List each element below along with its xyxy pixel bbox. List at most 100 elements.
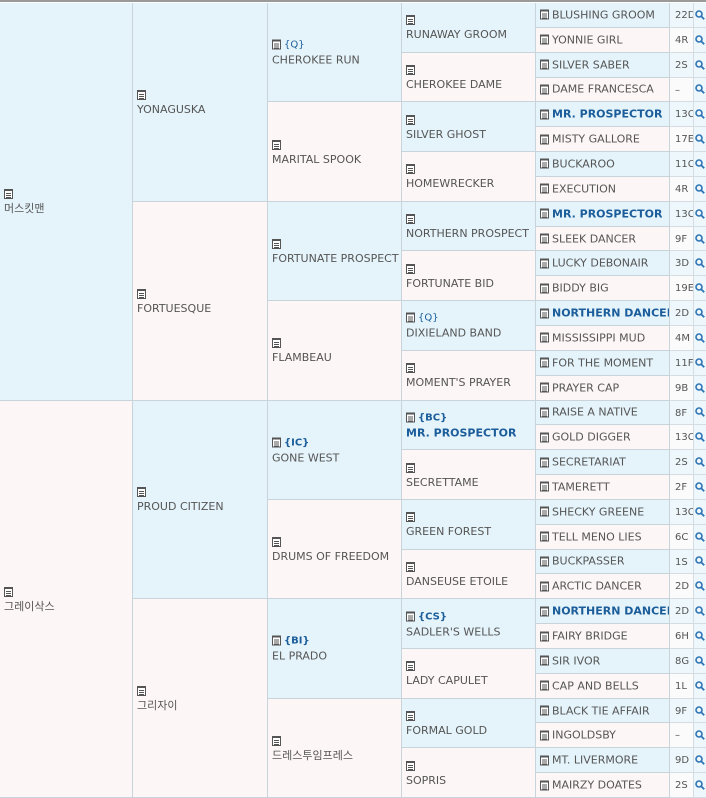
ancestor-cell-gen3[interactable]: {IC} GONE WEST — [268, 400, 402, 500]
clipboard-icon[interactable] — [540, 531, 549, 542]
horse-name-link[interactable]: FORTUNATE PROSPECT — [272, 251, 399, 266]
clipboard-icon[interactable] — [137, 487, 146, 498]
clipboard-icon[interactable] — [272, 437, 281, 448]
ancestor-cell-gen5[interactable]: YONNIE GIRL — [536, 27, 670, 53]
clipboard-icon[interactable] — [540, 730, 549, 741]
horse-name-link[interactable]: FORMAL GOLD — [406, 723, 487, 738]
horse-name-link[interactable]: YONNIE GIRL — [552, 32, 622, 47]
horse-name-link[interactable]: RUNAWAY GROOM — [406, 27, 507, 42]
horse-name-link[interactable]: SOPRIS — [406, 773, 446, 788]
clipboard-icon[interactable] — [540, 134, 549, 145]
clipboard-icon[interactable] — [540, 606, 549, 617]
horse-name-link[interactable]: SADLER'S WELLS — [406, 624, 500, 639]
clipboard-icon[interactable] — [406, 611, 415, 622]
horse-name-link[interactable]: 그리자이 — [137, 698, 177, 713]
clipboard-icon[interactable] — [540, 183, 549, 194]
search-icon[interactable] — [694, 499, 706, 525]
horse-name-link[interactable]: FORTUESQUE — [137, 301, 211, 316]
search-icon[interactable] — [694, 77, 706, 103]
clipboard-icon[interactable] — [272, 635, 281, 646]
ancestor-cell-gen3[interactable]: DRUMS OF FREEDOM — [268, 499, 402, 600]
ancestor-cell-gen5[interactable]: SLEEK DANCER — [536, 226, 670, 252]
ancestor-cell-gen3[interactable]: FORTUNATE PROSPECT — [268, 201, 402, 302]
horse-name-link[interactable]: MR. PROSPECTOR — [552, 206, 662, 221]
ancestor-cell-gen4[interactable]: DANSEUSE ETOILE — [402, 549, 536, 600]
horse-name-link[interactable]: BUCKPASSER — [552, 554, 625, 569]
horse-name-link[interactable]: SECRETTAME — [406, 475, 479, 490]
clipboard-icon[interactable] — [540, 581, 549, 592]
ancestor-cell-gen4[interactable]: {CS} SADLER'S WELLS — [402, 599, 536, 649]
search-icon[interactable] — [694, 375, 706, 401]
ancestor-cell-gen5[interactable]: BIDDY BIG — [536, 276, 670, 302]
ancestor-cell-gen3[interactable]: {BI} EL PRADO — [268, 599, 402, 699]
clipboard-icon[interactable] — [540, 84, 549, 95]
horse-name-link[interactable]: MISTY GALLORE — [552, 132, 640, 147]
clipboard-icon[interactable] — [272, 238, 281, 249]
search-icon[interactable] — [694, 748, 706, 774]
ancestor-cell-gen5[interactable]: MT. LIVERMORE — [536, 748, 670, 774]
ancestor-cell-gen5[interactable]: MAIRZY DOATES — [536, 773, 670, 798]
clipboard-icon[interactable] — [406, 462, 415, 473]
search-icon[interactable] — [694, 27, 706, 53]
horse-name-link[interactable]: GONE WEST — [272, 450, 339, 465]
ancestor-cell-gen3[interactable]: FLAMBEAU — [268, 301, 402, 401]
horse-name-link[interactable]: EL PRADO — [272, 649, 327, 664]
horse-name-link[interactable]: BUCKAROO — [552, 156, 615, 171]
clipboard-icon[interactable] — [540, 59, 549, 70]
search-icon[interactable] — [694, 276, 706, 302]
clipboard-icon[interactable] — [406, 164, 415, 175]
ancestor-cell-gen4[interactable]: FORTUNATE BID — [402, 251, 536, 302]
horse-name-link[interactable]: MAIRZY DOATES — [552, 778, 642, 793]
horse-name-link[interactable]: CHEROKEE RUN — [272, 53, 360, 68]
ancestor-cell-gen5[interactable]: FOR THE MOMENT — [536, 350, 670, 376]
clipboard-icon[interactable] — [272, 139, 281, 150]
clipboard-icon[interactable] — [540, 407, 549, 418]
clipboard-icon[interactable] — [540, 109, 549, 120]
horse-name-link[interactable]: TELL MENO LIES — [552, 529, 642, 544]
search-icon[interactable] — [694, 127, 706, 153]
horse-name-link[interactable]: EXECUTION — [552, 181, 616, 196]
search-icon[interactable] — [694, 624, 706, 649]
horse-name-link[interactable]: SLEEK DANCER — [552, 231, 636, 246]
ancestor-cell-gen4[interactable]: SECRETTAME — [402, 450, 536, 500]
horse-name-link[interactable]: SECRETARIAT — [552, 455, 626, 470]
ancestor-cell-gen5[interactable]: MR. PROSPECTOR — [536, 201, 670, 227]
horse-name-link[interactable]: YONAGUSKA — [137, 102, 205, 117]
clipboard-icon[interactable] — [540, 208, 549, 219]
ancestor-cell-gen5[interactable]: MR. PROSPECTOR — [536, 102, 670, 128]
horse-name-link[interactable]: INGOLDSBY — [552, 728, 616, 743]
ancestor-cell-gen4[interactable]: LADY CAPULET — [402, 648, 536, 699]
ancestor-cell-gen5[interactable]: SECRETARIAT — [536, 450, 670, 476]
horse-name-link[interactable]: FAIRY BRIDGE — [552, 629, 628, 644]
horse-name-link[interactable]: BLUSHING GROOM — [552, 7, 655, 22]
horse-name-link[interactable]: CHEROKEE DAME — [406, 77, 502, 92]
search-icon[interactable] — [694, 152, 706, 177]
search-icon[interactable] — [694, 475, 706, 500]
ancestor-cell-gen5[interactable]: EXECUTION — [536, 176, 670, 202]
clipboard-icon[interactable] — [406, 661, 415, 672]
horse-name-link[interactable]: SIR IVOR — [552, 653, 600, 668]
clipboard-icon[interactable] — [406, 114, 415, 125]
clipboard-icon[interactable] — [406, 15, 415, 26]
horse-name-link[interactable]: LADY CAPULET — [406, 673, 488, 688]
search-icon[interactable] — [694, 350, 706, 376]
ancestor-cell-gen5[interactable]: SILVER SABER — [536, 52, 670, 78]
ancestor-cell-gen5[interactable]: PRAYER CAP — [536, 375, 670, 401]
ancestor-cell-gen5[interactable]: ARCTIC DANCER — [536, 574, 670, 600]
horse-name-link[interactable]: BIDDY BIG — [552, 281, 609, 296]
ancestor-cell-gen5[interactable]: BUCKAROO — [536, 152, 670, 177]
ancestor-cell-gen5[interactable]: MISSISSIPPI MUD — [536, 325, 670, 351]
ancestor-cell-gen5[interactable]: CAP AND BELLS — [536, 673, 670, 699]
clipboard-icon[interactable] — [540, 780, 549, 791]
clipboard-icon[interactable] — [540, 755, 549, 766]
horse-name-link[interactable]: DRUMS OF FREEDOM — [272, 549, 389, 564]
clipboard-icon[interactable] — [540, 233, 549, 244]
ancestor-cell-gen5[interactable]: TAMERETT — [536, 475, 670, 500]
ancestor-cell-gen5[interactable]: NORTHERN DANCER — [536, 301, 670, 326]
clipboard-icon[interactable] — [540, 631, 549, 642]
clipboard-icon[interactable] — [540, 332, 549, 343]
search-icon[interactable] — [694, 251, 706, 277]
horse-name-link[interactable]: BLACK TIE AFFAIR — [552, 703, 650, 718]
horse-name-link[interactable]: HOMEWRECKER — [406, 176, 494, 191]
horse-name-link[interactable]: GOLD DIGGER — [552, 430, 631, 445]
